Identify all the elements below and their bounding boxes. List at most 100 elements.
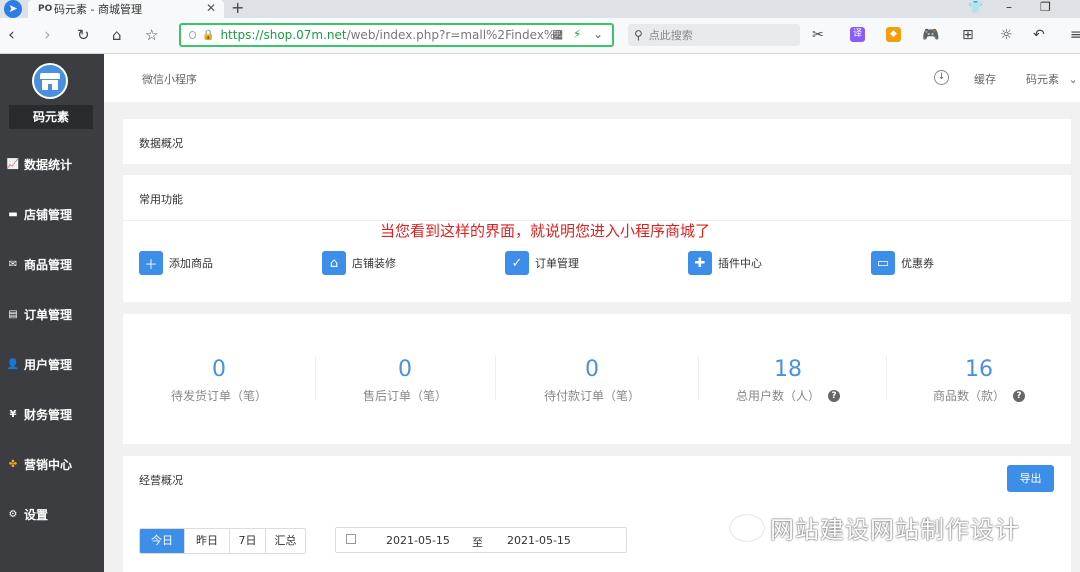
store-icon: ▬ [8, 208, 18, 220]
skin-icon[interactable]: 👕 [968, 0, 983, 14]
tab-title: 码元素 - 商城管理 [54, 3, 142, 16]
sidebar-item-users[interactable]: 👤 用户管理 [0, 348, 104, 380]
help-icon[interactable]: ? [828, 389, 840, 402]
period-tabs: 今日 昨日 7日 汇总 [139, 528, 306, 554]
watermark: 网站建设网站制作设计 [730, 510, 1020, 545]
download-icon[interactable]: ↓ [934, 70, 949, 85]
app-header: 微信小程序 ↓ 缓存 码元素 ⌄ [104, 54, 1080, 102]
tab-summary[interactable]: 汇总 [265, 529, 305, 553]
sidebar-item-orders[interactable]: ▤ 订单管理 [0, 298, 104, 330]
stat-total-users[interactable]: 18 总用户数（人） ? [698, 356, 878, 404]
user-menu[interactable]: 码元素 ⌄ [1026, 71, 1078, 87]
export-button[interactable]: 导出 [1007, 465, 1054, 492]
stat-value: 0 [212, 357, 226, 382]
sidebar-item-store[interactable]: ▬ 店铺管理 [0, 198, 104, 230]
new-tab-icon[interactable]: + [231, 0, 244, 17]
tab-favicon-icon: PO [38, 4, 53, 14]
func-plugin-center[interactable]: ✚ 插件中心 [688, 251, 762, 275]
stat-pending-shipment[interactable]: 0 待发货订单（笔） [129, 356, 309, 404]
chevron-down-icon[interactable]: ⌄ [593, 27, 603, 41]
calendar-icon [346, 534, 356, 544]
undo-icon[interactable]: ↶ [1033, 27, 1045, 43]
finance-icon: ¥ [9, 408, 17, 420]
brightness-icon[interactable]: ☼ [1000, 27, 1013, 43]
url-host: https://shop.07m.net [220, 28, 347, 42]
menu-icon[interactable]: ≡ [1070, 27, 1080, 43]
stat-value: 18 [774, 357, 802, 382]
func-add-goods[interactable]: ＋ 添加商品 [139, 251, 213, 275]
speed-mode-icon[interactable]: ⚡ [573, 27, 581, 41]
forward-icon[interactable]: › [44, 26, 51, 44]
tab-close-icon[interactable]: ✕ [206, 1, 216, 15]
browser-toolbar: ‹ › ↻ ⌂ ☆ 🔒 https://shop.07m.net /web/in… [0, 18, 1080, 54]
refresh-icon[interactable]: ↻ [77, 26, 90, 44]
notice-text: 当您看到这样的界面，就说明您进入小程序商城了 [380, 222, 711, 240]
sidebar-item-marketing[interactable]: ✤ 营销中心 [0, 448, 104, 480]
translate-icon[interactable]: 译 [850, 27, 865, 42]
lock-icon: 🔒 [202, 29, 215, 41]
sidebar-item-finance[interactable]: ¥ 财务管理 [0, 398, 104, 430]
func-order-manage[interactable]: ✓ 订单管理 [505, 251, 579, 275]
qr-code-icon[interactable]: ▦ [552, 27, 563, 41]
stat-label: 总用户数（人） [735, 389, 820, 403]
tab-today[interactable]: 今日 [140, 529, 184, 553]
stat-after-sale[interactable]: 0 售后订单（笔） [315, 356, 495, 404]
stat-pending-payment[interactable]: 0 待付款订单（笔） [502, 356, 682, 404]
bookmark-star-icon[interactable]: ☆ [145, 26, 158, 44]
site-info-icon[interactable] [189, 31, 196, 39]
store-decor-icon: ⌂ [322, 251, 346, 275]
sidebar-item-settings[interactable]: ⚙ 设置 [0, 498, 104, 530]
stat-value: 16 [965, 357, 993, 382]
tab-yesterday[interactable]: 昨日 [184, 529, 229, 553]
grid-icon[interactable]: ⊞ [962, 27, 974, 43]
func-store-decor[interactable]: ⌂ 店铺装修 [322, 251, 396, 275]
avatar[interactable] [32, 63, 68, 99]
sidebar: 码元素 📈 数据统计 ▬ 店铺管理 ✉ 商品管理 ▤ 订单管理 👤 用户管理 ¥… [0, 54, 104, 572]
stat-value: 0 [585, 357, 599, 382]
stat-label: 待发货订单（笔） [170, 389, 267, 403]
user-icon: 👤 [6, 358, 20, 370]
back-icon[interactable]: ‹ [8, 26, 15, 44]
address-bar[interactable]: 🔒 https://shop.07m.net /web/index.php?r=… [179, 23, 614, 47]
restore-icon[interactable]: ❐ [1040, 0, 1051, 14]
stat-value: 0 [398, 357, 412, 382]
help-icon[interactable]: ? [1013, 389, 1025, 402]
order-manage-icon: ✓ [505, 251, 529, 275]
add-goods-icon: ＋ [139, 251, 163, 275]
sidebar-item-statistics[interactable]: 📈 数据统计 [0, 148, 104, 180]
home-icon[interactable]: ⌂ [112, 26, 122, 44]
date-from[interactable]: 2021-05-15 [386, 534, 450, 547]
shield-icon[interactable]: ◆ [886, 27, 901, 42]
page-title[interactable]: 微信小程序 [142, 71, 197, 87]
browser-tab-bar: ➤ PO 码元素 - 商城管理 ✕ + 👕 – ❐ [0, 0, 1080, 18]
scissors-icon[interactable]: ✂ [812, 27, 824, 43]
date-to[interactable]: 2021-05-15 [507, 534, 571, 547]
shop-name[interactable]: 码元素 [9, 105, 93, 129]
game-icon[interactable]: 🎮 [922, 27, 939, 43]
search-placeholder: 点此搜索 [648, 29, 693, 42]
goods-icon: ✉ [8, 258, 18, 270]
settings-icon: ⚙ [8, 508, 18, 520]
stat-label: 售后订单（笔） [362, 389, 447, 403]
wechat-icon [730, 515, 764, 541]
date-separator: 至 [472, 536, 483, 549]
store-avatar-icon [40, 73, 60, 79]
minimize-icon[interactable]: – [1006, 0, 1012, 14]
business-title: 经营概况 [139, 474, 183, 487]
stat-goods-count[interactable]: 16 商品数（款） ? [889, 356, 1069, 404]
overview-card: 数据概况 [123, 119, 1071, 164]
stat-label: 商品数（款） [932, 389, 1005, 403]
cache-button[interactable]: 缓存 [974, 71, 996, 87]
overview-title: 数据概况 [139, 137, 183, 150]
marketing-icon: ✤ [8, 458, 18, 470]
sidebar-item-goods[interactable]: ✉ 商品管理 [0, 248, 104, 280]
search-input[interactable]: ⚲ 点此搜索 [628, 24, 800, 46]
tab-7days[interactable]: 7日 [229, 529, 265, 553]
common-functions-title: 常用功能 [139, 193, 183, 206]
plugin-icon: ✚ [688, 251, 712, 275]
date-range-picker[interactable]: 2021-05-15 至 2021-05-15 [335, 527, 627, 553]
browser-tab[interactable]: PO 码元素 - 商城管理 ✕ [28, 0, 224, 18]
chevron-down-icon: ⌄ [1068, 73, 1078, 86]
browser-logo-icon[interactable]: ➤ [4, 0, 22, 18]
func-coupon[interactable]: ▭ 优惠券 [871, 251, 934, 275]
